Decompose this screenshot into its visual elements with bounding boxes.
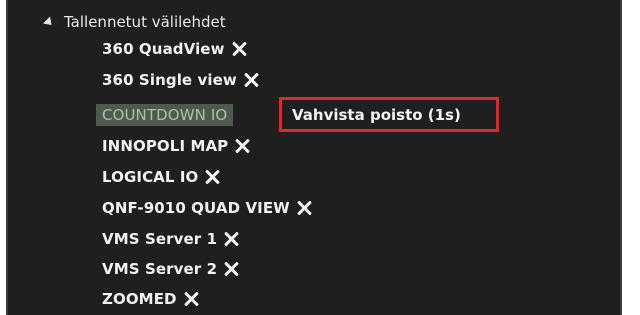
saved-tab-item[interactable]: ZOOMED <box>102 286 199 312</box>
saved-tabs-panel: Tallennetut välilehdet 360 QuadView 360 … <box>6 0 622 315</box>
close-x-icon[interactable] <box>183 291 199 307</box>
close-x-icon[interactable] <box>223 261 239 277</box>
confirm-delete-label: Vahvista poisto (1s) <box>292 105 461 124</box>
saved-tab-label[interactable]: 360 Single view <box>102 71 237 89</box>
saved-tab-item[interactable]: LOGICAL IO <box>102 164 220 190</box>
saved-tab-label[interactable]: ZOOMED <box>102 290 177 308</box>
saved-tab-item[interactable]: VMS Server 2 <box>102 256 239 282</box>
saved-tabs-group-header[interactable]: Tallennetut välilehdet <box>42 10 226 34</box>
saved-tab-label[interactable]: QNF-9010 QUAD VIEW <box>102 199 290 217</box>
close-x-icon[interactable] <box>234 138 250 154</box>
confirm-delete-button[interactable]: Vahvista poisto (1s) <box>279 97 499 132</box>
saved-tab-item[interactable]: VMS Server 1 <box>102 226 239 252</box>
saved-tab-label[interactable]: COUNTDOWN IO <box>96 104 234 126</box>
saved-tab-item[interactable]: INNOPOLI MAP <box>102 133 250 159</box>
expanded-triangle-icon[interactable] <box>42 15 56 29</box>
saved-tab-item-pending-delete[interactable]: COUNTDOWN IO <box>96 102 234 128</box>
group-label: Tallennetut välilehdet <box>64 13 226 31</box>
close-x-icon[interactable] <box>204 169 220 185</box>
saved-tab-label[interactable]: LOGICAL IO <box>102 168 198 186</box>
saved-tab-label[interactable]: 360 QuadView <box>102 40 225 58</box>
saved-tab-item[interactable]: 360 Single view <box>102 67 259 93</box>
close-x-icon[interactable] <box>231 41 247 57</box>
saved-tab-label[interactable]: VMS Server 2 <box>102 260 217 278</box>
close-x-icon[interactable] <box>296 200 312 216</box>
saved-tab-item[interactable]: 360 QuadView <box>102 36 247 62</box>
saved-tab-label[interactable]: INNOPOLI MAP <box>102 137 228 155</box>
saved-tab-item[interactable]: QNF-9010 QUAD VIEW <box>102 195 312 221</box>
close-x-icon[interactable] <box>243 72 259 88</box>
saved-tab-label[interactable]: VMS Server 1 <box>102 230 217 248</box>
close-x-icon[interactable] <box>223 231 239 247</box>
